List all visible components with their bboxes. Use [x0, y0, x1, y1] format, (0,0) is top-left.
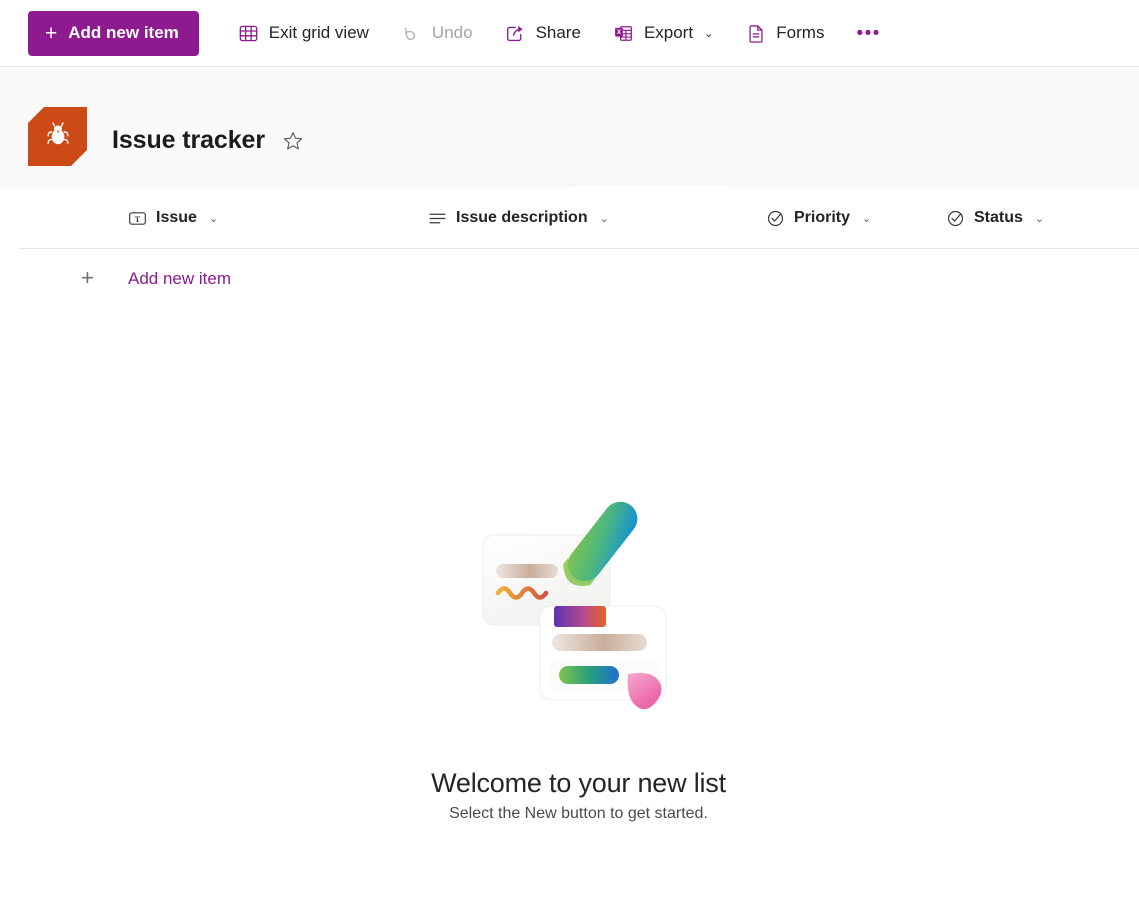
bug-icon — [43, 119, 73, 154]
column-header-issue-description[interactable]: Issue description ⌄ — [428, 209, 609, 228]
list-content-area: T Issue ⌄ Issue description ⌄ Priority ⌄ — [18, 188, 1139, 923]
exit-grid-view-button[interactable]: Exit grid view — [227, 11, 380, 55]
column-header-issue-label: Issue — [156, 209, 197, 226]
column-header-issue[interactable]: T Issue ⌄ — [128, 209, 218, 228]
share-button[interactable]: Share — [494, 11, 592, 55]
column-header-priority[interactable]: Priority ⌄ — [766, 209, 871, 228]
list-header: Issue tracker — [0, 67, 1139, 255]
add-new-item-row-label: Add new item — [128, 269, 231, 288]
empty-state-subtitle: Select the New button to get started. — [449, 805, 708, 822]
plus-icon: + — [81, 265, 94, 290]
command-bar: + Add new item Exit grid view Undo Share… — [0, 0, 1139, 67]
chevron-down-icon[interactable]: ⌄ — [862, 212, 871, 225]
add-new-item-button[interactable]: + Add new item — [28, 10, 199, 56]
export-button[interactable]: X Export ⌄ — [602, 11, 724, 55]
chevron-down-icon[interactable]: ⌄ — [600, 212, 609, 225]
add-new-item-label: Add new item — [68, 23, 179, 42]
empty-state: Welcome to your new list Select the New … — [18, 488, 1139, 823]
single-line-text-icon: T — [128, 209, 147, 228]
ellipsis-icon: ••• — [856, 22, 881, 44]
sharepoint-list-page: + Add new item Exit grid view Undo Share… — [0, 0, 1139, 923]
form-document-icon — [745, 22, 767, 44]
export-label: Export — [643, 23, 694, 42]
excel-export-icon: X — [613, 22, 635, 44]
add-new-item-row[interactable]: + Add new item — [18, 249, 1139, 309]
chevron-down-icon[interactable]: ⌄ — [1035, 212, 1044, 225]
plus-icon: + — [45, 21, 58, 45]
choice-circle-check-icon — [946, 209, 965, 228]
chevron-down-icon[interactable]: ⌄ — [209, 212, 218, 225]
forms-button[interactable]: Forms — [734, 11, 835, 55]
page-title: Issue tracker — [112, 126, 265, 154]
forms-label: Forms — [776, 23, 825, 42]
favorite-star-icon[interactable] — [281, 129, 305, 153]
share-label: Share — [535, 23, 581, 42]
choice-circle-check-icon — [766, 209, 785, 228]
undo-icon — [401, 22, 423, 44]
undo-label: Undo — [431, 23, 473, 42]
multiline-text-icon — [428, 209, 447, 228]
undo-button[interactable]: Undo — [390, 11, 484, 55]
exit-grid-view-label: Exit grid view — [268, 23, 369, 42]
chevron-down-icon: ⌄ — [704, 27, 714, 40]
empty-list-cards-pencil-illustration — [464, 488, 694, 738]
column-header-status[interactable]: Status ⌄ — [946, 209, 1044, 228]
column-header-priority-label: Priority — [794, 209, 851, 226]
empty-state-title: Welcome to your new list — [431, 768, 726, 798]
column-header-status-label: Status — [974, 209, 1023, 226]
grid-icon — [238, 22, 260, 44]
column-headers-row: T Issue ⌄ Issue description ⌄ Priority ⌄ — [18, 188, 1139, 249]
column-header-issue-description-label: Issue description — [456, 209, 588, 226]
share-icon — [505, 22, 527, 44]
svg-text:T: T — [135, 213, 141, 223]
more-options-button[interactable]: ••• — [845, 11, 891, 55]
list-logo-tile — [28, 107, 87, 166]
